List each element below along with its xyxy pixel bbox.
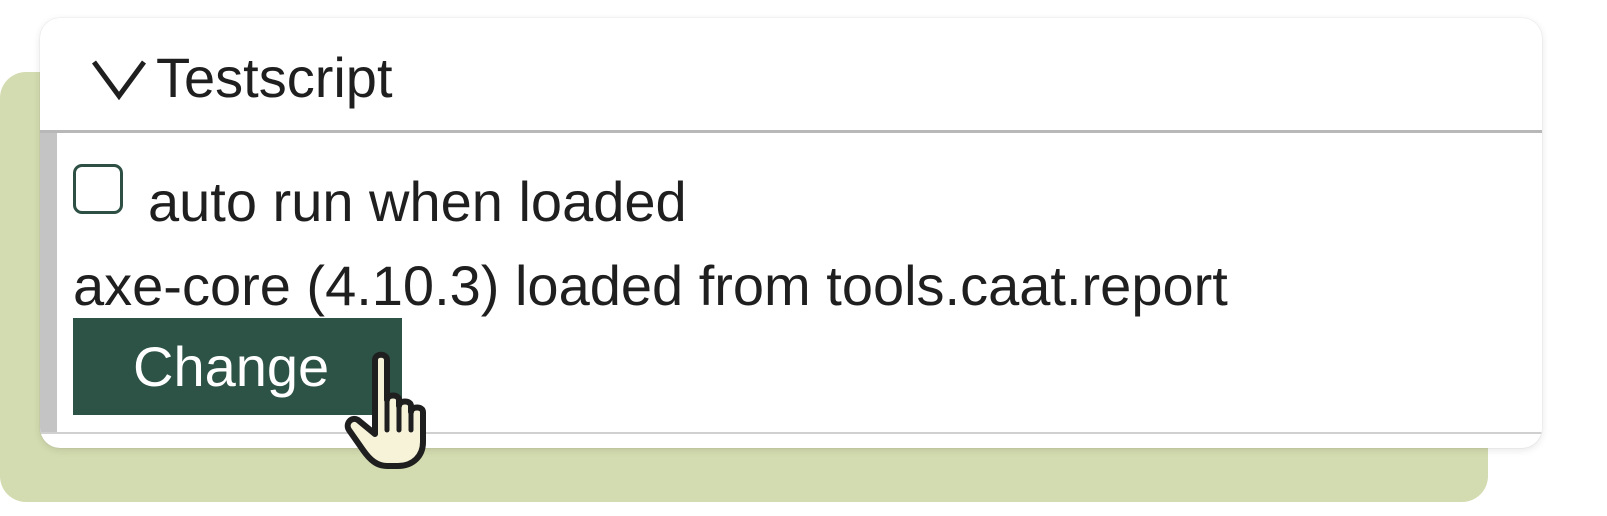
testscript-panel: Testscript auto run when loaded axe-core…	[40, 18, 1542, 448]
axe-core-status-text: axe-core (4.10.3) loaded from tools.caat…	[73, 254, 1228, 317]
hand-pointer-icon	[344, 351, 426, 469]
chevron-down-icon[interactable]	[90, 56, 148, 102]
panel-header[interactable]: Testscript	[40, 18, 1542, 133]
auto-run-label[interactable]: auto run when loaded	[148, 170, 687, 234]
auto-run-checkbox[interactable]	[73, 164, 123, 214]
panel-bottom-divider	[40, 432, 1542, 434]
panel-title: Testscript	[156, 46, 393, 109]
screenshot-stage: Testscript auto run when loaded axe-core…	[0, 0, 1607, 516]
